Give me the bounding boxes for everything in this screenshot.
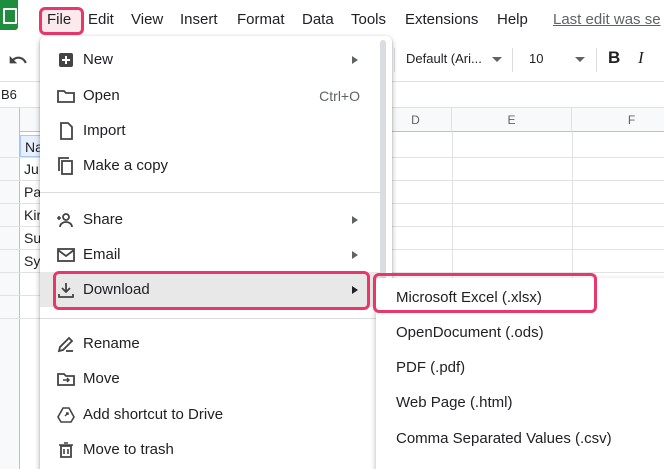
menu-insert[interactable]: Insert xyxy=(180,11,218,28)
move-folder-icon xyxy=(57,373,75,386)
toolbar-divider xyxy=(394,48,395,72)
download-ods[interactable]: OpenDocument (.ods) xyxy=(376,315,664,350)
menu-extensions[interactable]: Extensions xyxy=(405,11,478,28)
menu-item-label: Make a copy xyxy=(83,157,169,174)
menu-item-label: Move to trash xyxy=(83,441,174,458)
undo-icon[interactable] xyxy=(8,50,28,70)
menu-item-rename[interactable]: Rename xyxy=(40,326,380,361)
add-person-icon xyxy=(57,213,73,228)
name-box[interactable]: B6 xyxy=(1,87,17,102)
trash-icon xyxy=(59,442,73,458)
submenu-arrow-icon xyxy=(352,251,358,259)
menu-scrollbar[interactable] xyxy=(380,40,386,300)
submenu-item-label: Web Page (.html) xyxy=(396,394,513,411)
menu-bar: File Edit View Insert Format Data Tools … xyxy=(0,0,664,38)
font-size-select[interactable]: 10 xyxy=(529,51,543,66)
column-header-e[interactable]: E xyxy=(452,108,572,132)
menu-item-label: Import xyxy=(83,122,126,139)
menu-separator xyxy=(40,318,380,319)
file-menu: New Open Ctrl+O Import Make a copy Share xyxy=(40,36,392,469)
submenu-item-label: OpenDocument (.ods) xyxy=(396,324,544,341)
sheets-logo-icon[interactable] xyxy=(0,0,18,30)
menu-item-new[interactable]: New xyxy=(40,42,380,77)
menu-item-label: Share xyxy=(83,211,124,228)
bold-button[interactable]: B xyxy=(608,48,620,68)
submenu-item-label: Comma Separated Values (.csv) xyxy=(396,430,612,447)
email-icon xyxy=(57,248,75,262)
toolbar-divider xyxy=(512,48,513,72)
copy-icon xyxy=(58,157,73,175)
italic-button[interactable]: I xyxy=(638,48,644,68)
toolbar-divider xyxy=(596,48,597,72)
menu-item-label: New xyxy=(83,51,114,68)
menu-item-label: Open xyxy=(83,87,120,104)
menu-item-add-shortcut[interactable]: Add shortcut to Drive xyxy=(40,397,380,432)
row-headers xyxy=(0,108,20,469)
shortcut-label: Ctrl+O xyxy=(319,88,360,104)
menu-data[interactable]: Data xyxy=(302,11,334,28)
menu-help[interactable]: Help xyxy=(497,11,528,28)
menu-edit[interactable]: Edit xyxy=(88,11,114,28)
menu-item-label: Rename xyxy=(83,335,140,352)
submenu-arrow-icon xyxy=(352,216,358,224)
menu-item-email[interactable]: Email xyxy=(40,237,380,272)
menu-separator xyxy=(40,192,380,193)
submenu-item-label: PDF (.pdf) xyxy=(396,359,466,376)
chevron-down-icon[interactable] xyxy=(492,57,502,62)
file-icon xyxy=(60,122,73,140)
menu-item-label: Email xyxy=(83,246,121,263)
menu-item-import[interactable]: Import xyxy=(40,113,380,148)
folder-icon xyxy=(57,90,75,103)
download-csv[interactable]: Comma Separated Values (.csv) xyxy=(376,421,664,456)
menu-view[interactable]: View xyxy=(131,11,163,28)
menu-item-share[interactable]: Share xyxy=(40,202,380,237)
menu-tools[interactable]: Tools xyxy=(351,11,386,28)
download-html[interactable]: Web Page (.html) xyxy=(376,385,664,420)
rename-icon xyxy=(57,336,74,353)
menu-item-move[interactable]: Move xyxy=(40,361,380,396)
xlsx-highlight xyxy=(373,273,597,313)
menu-file[interactable]: File xyxy=(47,11,71,28)
menu-item-make-a-copy[interactable]: Make a copy xyxy=(40,148,380,183)
new-sheet-icon xyxy=(59,53,73,67)
menu-item-label: Move xyxy=(83,370,120,387)
submenu-arrow-icon xyxy=(352,56,358,64)
menu-item-open[interactable]: Open Ctrl+O xyxy=(40,78,380,113)
last-edit-link[interactable]: Last edit was se xyxy=(553,11,661,28)
download-pdf[interactable]: PDF (.pdf) xyxy=(376,350,664,385)
chevron-down-icon[interactable] xyxy=(575,57,585,62)
drive-shortcut-icon xyxy=(57,407,75,423)
download-highlight xyxy=(53,271,370,310)
menu-format[interactable]: Format xyxy=(237,11,285,28)
menu-item-label: Add shortcut to Drive xyxy=(83,406,224,423)
menu-item-move-to-trash[interactable]: Move to trash xyxy=(40,432,380,467)
font-family-select[interactable]: Default (Ari... xyxy=(406,51,482,66)
column-header-f[interactable]: F xyxy=(572,108,664,132)
